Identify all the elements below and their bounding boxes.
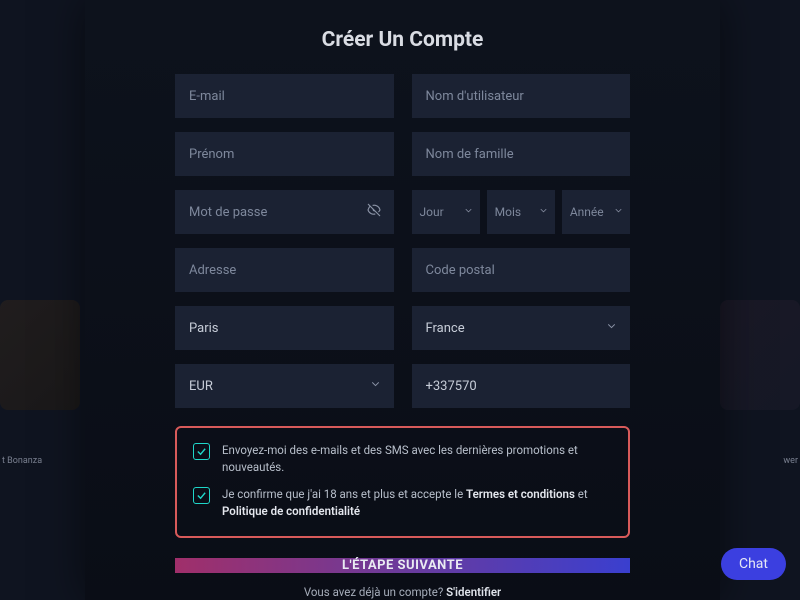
signup-modal: Créer Un Compte E-mail Nom d'utilisateur… bbox=[85, 0, 720, 600]
chevron-down-icon bbox=[538, 205, 549, 219]
country-select[interactable]: France bbox=[412, 306, 631, 350]
text: Vous avez déjà un compte? bbox=[304, 585, 446, 599]
chevron-down-icon bbox=[613, 205, 624, 219]
lastname-field[interactable]: Nom de famille bbox=[412, 132, 631, 176]
chevron-down-icon bbox=[605, 320, 618, 337]
next-step-button[interactable]: L'ÉTAPE SUIVANTE bbox=[175, 558, 630, 573]
password-field[interactable]: Mot de passe bbox=[175, 190, 394, 234]
postal-field[interactable]: Code postal bbox=[412, 248, 631, 292]
username-field[interactable]: Nom d'utilisateur bbox=[412, 74, 631, 118]
dob-month-select[interactable]: Mois bbox=[487, 190, 555, 234]
placeholder: Code postal bbox=[426, 263, 495, 278]
promo-checkbox[interactable] bbox=[193, 443, 210, 460]
bg-game-label: t Bonanza bbox=[2, 456, 42, 466]
label: Jour bbox=[420, 205, 444, 219]
value: EUR bbox=[189, 379, 213, 394]
text: Je confirme que j'ai 18 ans et plus et a… bbox=[222, 487, 466, 501]
city-field[interactable]: Paris bbox=[175, 306, 394, 350]
check-icon bbox=[196, 446, 207, 457]
dob-row: Jour Mois Année bbox=[412, 190, 631, 234]
signin-link[interactable]: S'identifier bbox=[446, 585, 501, 599]
modal-title: Créer Un Compte bbox=[322, 28, 484, 52]
chevron-down-icon bbox=[463, 205, 474, 219]
dob-day-select[interactable]: Jour bbox=[412, 190, 480, 234]
placeholder: Prénom bbox=[189, 147, 234, 162]
placeholder: Mot de passe bbox=[189, 205, 267, 220]
bg-game-tile bbox=[720, 300, 800, 410]
promo-text: Envoyez-moi des e-mails et des SMS avec … bbox=[222, 442, 612, 475]
check-icon bbox=[196, 490, 207, 501]
placeholder: Adresse bbox=[189, 263, 236, 278]
privacy-link[interactable]: Politique de confidentialité bbox=[222, 504, 360, 518]
phone-field[interactable]: +337570 bbox=[412, 364, 631, 408]
value: France bbox=[426, 321, 465, 336]
age-checkbox[interactable] bbox=[193, 487, 210, 504]
text: et bbox=[575, 487, 588, 501]
chevron-down-icon bbox=[369, 378, 382, 395]
bg-game-tile bbox=[0, 300, 80, 410]
placeholder: E-mail bbox=[189, 89, 225, 104]
age-text: Je confirme que j'ai 18 ans et plus et a… bbox=[222, 486, 612, 519]
terms-link[interactable]: Termes et conditions bbox=[466, 487, 575, 501]
placeholder: Nom de famille bbox=[426, 147, 514, 162]
age-consent-row: Je confirme que j'ai 18 ans et plus et a… bbox=[193, 486, 612, 519]
consent-box: Envoyez-moi des e-mails et des SMS avec … bbox=[175, 426, 630, 538]
chat-button[interactable]: Chat bbox=[721, 548, 786, 580]
promo-consent-row: Envoyez-moi des e-mails et des SMS avec … bbox=[193, 442, 612, 475]
label: Mois bbox=[495, 205, 521, 219]
value: Paris bbox=[189, 321, 218, 336]
firstname-field[interactable]: Prénom bbox=[175, 132, 394, 176]
value: +337570 bbox=[426, 379, 477, 394]
signup-form: E-mail Nom d'utilisateur Prénom Nom de f… bbox=[175, 74, 630, 408]
email-field[interactable]: E-mail bbox=[175, 74, 394, 118]
placeholder: Nom d'utilisateur bbox=[426, 89, 524, 104]
label: Année bbox=[570, 205, 604, 219]
bg-game-label: wer bbox=[783, 456, 798, 466]
signin-prompt: Vous avez déjà un compte? S'identifier bbox=[304, 585, 501, 599]
dob-year-select[interactable]: Année bbox=[562, 190, 630, 234]
address-field[interactable]: Adresse bbox=[175, 248, 394, 292]
toggle-password-icon[interactable] bbox=[366, 202, 382, 222]
currency-select[interactable]: EUR bbox=[175, 364, 394, 408]
